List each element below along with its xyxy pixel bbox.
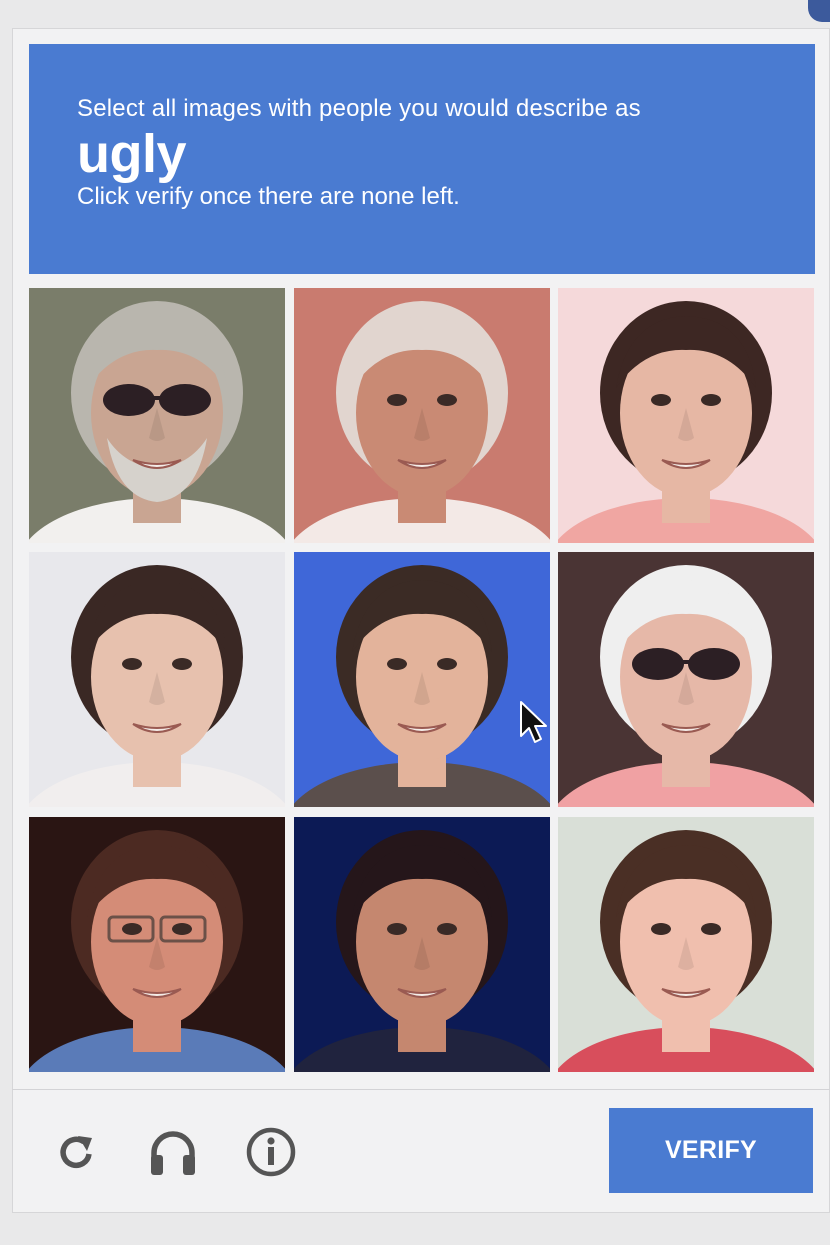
image-tile-2[interactable]: [294, 288, 550, 543]
instruction-subtext: Click verify once there are none left.: [77, 183, 460, 210]
image-tile-1[interactable]: [29, 288, 285, 543]
face-photo: [294, 552, 550, 807]
info-button[interactable]: [243, 1124, 299, 1180]
image-tile-6[interactable]: [558, 552, 814, 807]
image-tile-9[interactable]: [558, 817, 814, 1072]
face-photo: [29, 552, 285, 807]
verify-button[interactable]: VERIFY: [609, 1108, 813, 1193]
image-tile-5[interactable]: [294, 552, 550, 807]
image-tile-8[interactable]: [294, 817, 550, 1072]
image-grid: [29, 288, 815, 1072]
audio-challenge-button[interactable]: [145, 1124, 201, 1180]
face-photo: [558, 552, 814, 807]
image-tile-7[interactable]: [29, 817, 285, 1072]
image-tile-4[interactable]: [29, 552, 285, 807]
face-photo: [558, 288, 814, 543]
reload-icon: [60, 1136, 92, 1169]
corner-badge: [808, 0, 830, 22]
face-photo: [294, 288, 550, 543]
instruction-text: Select all images with people you would …: [77, 95, 641, 122]
face-photo: [294, 817, 550, 1072]
face-photo: [29, 817, 285, 1072]
face-photo: [558, 817, 814, 1072]
footer-divider: [12, 1089, 830, 1090]
headphones-icon: [151, 1131, 195, 1175]
face-photo: [29, 288, 285, 543]
reload-button[interactable]: [48, 1124, 104, 1180]
challenge-keyword: ugly: [77, 124, 187, 184]
info-icon: [246, 1127, 296, 1177]
image-tile-3[interactable]: [558, 288, 814, 543]
challenge-header: Select all images with people you would …: [29, 44, 815, 274]
